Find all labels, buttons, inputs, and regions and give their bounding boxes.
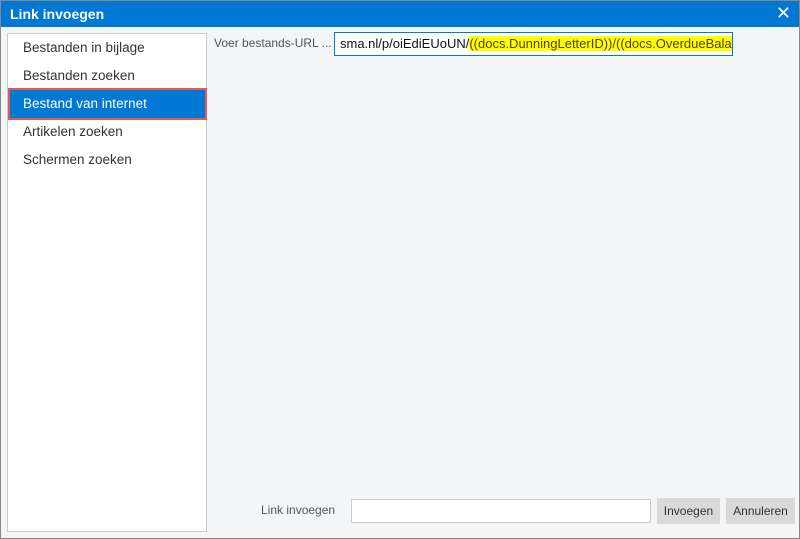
insert-link-dialog: Link invoegen ✕ Bestanden in bijlage Bes… (0, 0, 800, 539)
dialog-titlebar: Link invoegen ✕ (1, 1, 799, 27)
url-input[interactable]: sma.nl/p/oiEdiEUoUN/((docs.DunningLetter… (334, 32, 733, 56)
url-label: Voer bestands-URL ... (214, 36, 332, 50)
source-sidebar: Bestanden in bijlage Bestanden zoeken Be… (7, 33, 207, 532)
dialog-title: Link invoegen (10, 6, 105, 22)
link-text-label: Link invoegen (261, 503, 336, 517)
sidebar-item-internet-file[interactable]: Bestand van internet (8, 88, 207, 120)
url-text: sma.nl/p/oiEdiEUoUN/ (340, 36, 470, 51)
sidebar-item-search-articles[interactable]: Artikelen zoeken (8, 118, 206, 146)
sidebar-item-attachments[interactable]: Bestanden in bijlage (8, 34, 206, 62)
cancel-button[interactable]: Annuleren (726, 498, 795, 524)
close-icon[interactable]: ✕ (776, 4, 791, 22)
url-highlighted-text: ((docs.DunningLetterID))/((docs.OverdueB… (469, 36, 732, 51)
sidebar-item-search-files[interactable]: Bestanden zoeken (8, 62, 206, 90)
link-text-input[interactable] (351, 499, 651, 523)
insert-button[interactable]: Invoegen (657, 498, 720, 524)
sidebar-item-search-screens[interactable]: Schermen zoeken (8, 146, 206, 174)
